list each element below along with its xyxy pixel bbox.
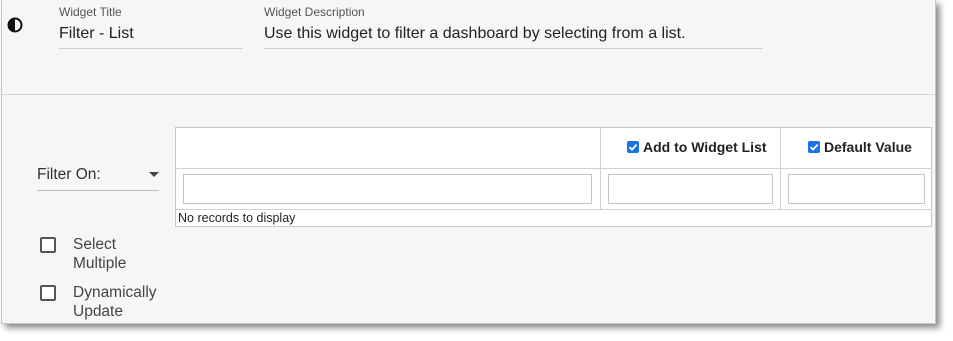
widget-title-label: Widget Title bbox=[59, 5, 122, 19]
default-value-input[interactable] bbox=[788, 174, 925, 204]
widget-description-label: Widget Description bbox=[264, 5, 365, 19]
chevron-down-icon[interactable] bbox=[149, 172, 159, 177]
widget-settings-panel: Widget Title Filter - List Widget Descri… bbox=[1, 0, 936, 324]
checkmark-icon bbox=[628, 143, 638, 151]
select-multiple-label[interactable]: Select Multiple bbox=[73, 235, 173, 273]
dynamically-update-label[interactable]: Dynamically Update bbox=[73, 283, 173, 321]
dynamically-update-label-line2: Update bbox=[73, 303, 123, 320]
default-value-label: Default Value bbox=[824, 139, 912, 155]
widget-title-input[interactable]: Filter - List bbox=[59, 25, 134, 43]
column-divider bbox=[780, 128, 781, 210]
column-header-add-to-widget-list: Add to Widget List bbox=[627, 139, 767, 155]
select-multiple-label-line2: Multiple bbox=[73, 255, 127, 272]
section-divider bbox=[2, 94, 935, 95]
contrast-icon[interactable] bbox=[7, 17, 23, 33]
header-divider bbox=[176, 168, 931, 169]
column-divider bbox=[600, 128, 601, 210]
add-to-widget-list-label: Add to Widget List bbox=[643, 139, 767, 155]
row-divider bbox=[176, 209, 931, 210]
add-to-widget-list-checkbox[interactable] bbox=[627, 141, 639, 153]
select-multiple-label-line1: Select bbox=[73, 236, 117, 253]
empty-table-message: No records to display bbox=[178, 211, 296, 225]
filter-on-underline bbox=[37, 190, 159, 191]
column-header-default-value: Default Value bbox=[808, 139, 912, 155]
widget-description-input[interactable]: Use this widget to filter a dashboard by… bbox=[264, 25, 686, 43]
widget-title-underline bbox=[59, 48, 243, 49]
default-value-checkbox[interactable] bbox=[808, 141, 820, 153]
filter-value-input[interactable] bbox=[183, 174, 592, 204]
add-to-widget-list-input[interactable] bbox=[608, 174, 773, 204]
select-multiple-checkbox[interactable] bbox=[40, 237, 56, 253]
checkmark-icon bbox=[809, 143, 819, 151]
filter-list-table: Add to Widget List Default Value No reco… bbox=[175, 127, 932, 227]
widget-description-underline bbox=[264, 48, 763, 49]
dynamically-update-checkbox[interactable] bbox=[40, 285, 56, 301]
dynamically-update-label-line1: Dynamically bbox=[73, 284, 157, 301]
filter-on-select[interactable]: Filter On: bbox=[37, 166, 101, 184]
